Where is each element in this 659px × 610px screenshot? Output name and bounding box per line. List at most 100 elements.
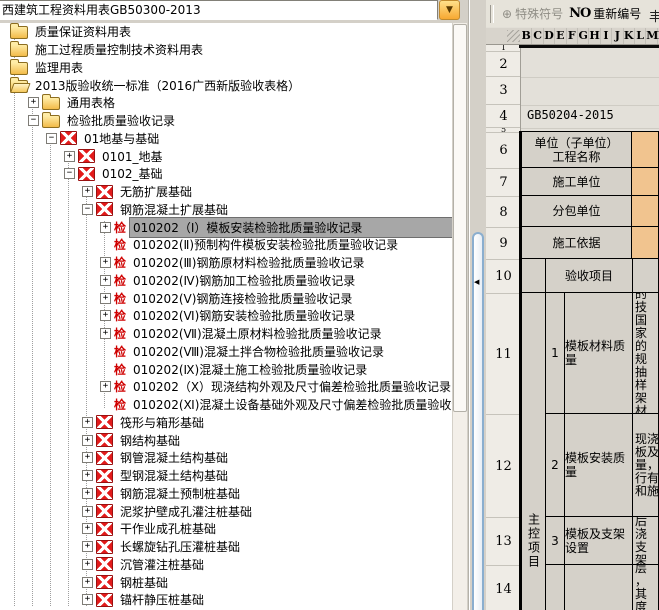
- tree-item[interactable]: + 泥浆护壁成孔灌注桩基础: [0, 502, 452, 520]
- column-header[interactable]: I: [601, 28, 612, 44]
- item-criteria-cell[interactable]: 土层 ，其 度应: [632, 564, 659, 610]
- expand-plus-icon[interactable]: +: [82, 559, 93, 570]
- tree-item[interactable]: +检010202(Ⅶ)混凝土原材料检验批质量验收记录: [0, 325, 452, 343]
- tree-item[interactable]: +钢管混凝土结构基础: [0, 449, 452, 467]
- tree-item[interactable]: +检010202(Ⅲ)钢筋原材料检验批质量验收记录: [0, 254, 452, 272]
- tree-item[interactable]: +通用表格: [0, 94, 452, 112]
- row-number[interactable]: 12: [486, 415, 521, 518]
- item-number-cell[interactable]: 3: [545, 516, 565, 565]
- column-header[interactable]: E: [555, 28, 566, 44]
- tree-item-label[interactable]: 010202(Ⅲ)钢筋原材料检验批质量验收记录: [130, 253, 367, 272]
- tree-item-label[interactable]: 钢桩基础: [117, 573, 171, 592]
- tree-item[interactable]: 检010202(Ⅸ)混凝土施工检验批质量验收记录: [0, 360, 452, 378]
- tree-item[interactable]: +检010202(Ⅵ)钢筋安装检验批质量验收记录: [0, 307, 452, 325]
- combobox-value[interactable]: 西建筑工程资料用表GB50300-2013: [0, 0, 438, 20]
- tree-item[interactable]: − 钢筋混凝土扩展基础: [0, 201, 452, 219]
- tree-vertical-scrollbar[interactable]: [453, 23, 467, 610]
- expand-plus-icon[interactable]: +: [100, 381, 111, 392]
- tree-item[interactable]: +钢筋混凝土预制桩基础: [0, 485, 452, 503]
- expand-plus-icon[interactable]: +: [100, 222, 111, 233]
- row-number[interactable]: 4: [486, 105, 521, 128]
- form-label-cell[interactable]: 施工单位: [521, 167, 632, 196]
- row-number[interactable]: 14: [486, 566, 521, 610]
- form-label-cell[interactable]: 施工依据: [521, 226, 632, 259]
- tree-item-label[interactable]: 010202(Ⅴ)钢筋连接检验批质量验收记录: [130, 289, 355, 308]
- tree-item-label[interactable]: 钢结构基础: [117, 431, 183, 450]
- expand-plus-icon[interactable]: +: [100, 257, 111, 268]
- tree-item-label[interactable]: 锚杆静压桩基础: [117, 590, 207, 609]
- row-number[interactable]: 2: [486, 52, 521, 77]
- tree-item[interactable]: + 钢桩基础: [0, 573, 452, 591]
- row-number[interactable]: 13: [486, 518, 521, 566]
- collapse-minus-icon[interactable]: −: [82, 204, 93, 215]
- combobox-dropdown-button[interactable]: ▼: [439, 0, 460, 20]
- collapse-minus-icon[interactable]: −: [64, 168, 75, 179]
- standard-code-text[interactable]: GB50204-2015: [527, 108, 614, 122]
- expand-plus-icon[interactable]: +: [82, 506, 93, 517]
- expand-plus-icon[interactable]: +: [100, 275, 111, 286]
- column-header[interactable]: C: [532, 28, 543, 44]
- item-name-cell[interactable]: [564, 564, 633, 610]
- special-symbol-button[interactable]: ⊕ 特殊符号: [499, 3, 566, 24]
- item-name-cell[interactable]: 模板及支架设置: [564, 516, 633, 565]
- collapse-minus-icon[interactable]: −: [28, 115, 39, 126]
- tree-item[interactable]: 检010202(Ⅷ)混凝土拌合物检验批质量验收记录: [0, 343, 452, 361]
- tree-item[interactable]: +无筋扩展基础: [0, 183, 452, 201]
- form-input-cell[interactable]: [631, 131, 659, 168]
- expand-plus-icon[interactable]: +: [82, 523, 93, 534]
- template-tree[interactable]: 质量保证资料用表施工过程质量控制技术资料用表监理用表2013版验收统一标准（20…: [0, 23, 452, 610]
- expand-plus-icon[interactable]: +: [100, 293, 111, 304]
- row-number[interactable]: 11: [486, 294, 521, 415]
- tree-item-label[interactable]: 泥浆护壁成孔灌注桩基础: [117, 502, 255, 521]
- tree-item-label[interactable]: 监理用表: [32, 58, 86, 77]
- column-header[interactable]: G: [578, 28, 589, 44]
- tree-item-label[interactable]: 010202(Ⅶ)混凝土原材料检验批质量验收记录: [130, 324, 385, 343]
- expand-plus-icon[interactable]: +: [100, 328, 111, 339]
- item-criteria-cell[interactable]: 模板 的技 国家 的规 抽样 架材 格和: [632, 292, 659, 414]
- expand-plus-icon[interactable]: +: [82, 488, 93, 499]
- item-criteria-cell[interactable]: 现浇 板及 量， 行有 和施: [632, 413, 659, 517]
- clipped-toolbar-button[interactable]: 丰: [649, 6, 659, 25]
- item-number-cell[interactable]: 2: [545, 413, 565, 517]
- select-all-corner[interactable]: [486, 28, 521, 45]
- tree-item-label[interactable]: 010202(Ⅳ)钢筋加工检验批质量验收记录: [130, 271, 358, 290]
- tree-item[interactable]: +筏形与箱形基础: [0, 414, 452, 432]
- column-header[interactable]: L: [635, 28, 646, 44]
- form-input-cell[interactable]: [631, 167, 659, 196]
- expand-plus-icon[interactable]: +: [82, 452, 93, 463]
- tree-item-label[interactable]: 010202(Ⅸ)混凝土施工检验批质量验收记录: [130, 360, 370, 379]
- tree-item[interactable]: + 锚杆静压桩基础: [0, 591, 452, 609]
- tree-item[interactable]: 检010202(Ⅺ)混凝土设备基础外观及尺寸偏差检验批质量验收记: [0, 396, 452, 414]
- tree-item[interactable]: +检010202(Ⅴ)钢筋连接检验批质量验收记录: [0, 289, 452, 307]
- column-header[interactable]: F: [567, 28, 578, 44]
- tree-item[interactable]: + 钢结构基础: [0, 431, 452, 449]
- column-header[interactable]: H: [589, 28, 600, 44]
- tree-item[interactable]: 施工过程质量控制技术资料用表: [0, 41, 452, 59]
- tree-item[interactable]: +检010202（Ⅹ）现浇结构外观及尺寸偏差检验批质量验收记录: [0, 378, 452, 396]
- expand-plus-icon[interactable]: +: [82, 435, 93, 446]
- tree-item-label[interactable]: 0102_基础: [99, 164, 166, 183]
- tree-item-label[interactable]: 长螺旋钻孔压灌桩基础: [117, 537, 243, 556]
- tree-item[interactable]: 2013版验收统一标准（2016广西新版验收表格）: [0, 76, 452, 94]
- template-set-combobox[interactable]: 西建筑工程资料用表GB50300-2013 ▼: [0, 0, 461, 21]
- tree-item-label[interactable]: 010202（Ⅰ）模板安装检验批质量验收记录: [130, 218, 452, 237]
- column-header[interactable]: B: [521, 28, 532, 44]
- tree-item-label[interactable]: 沉管灌注桩基础: [117, 555, 207, 574]
- row-number[interactable]: 8: [486, 197, 521, 228]
- tree-item-label[interactable]: 钢筋混凝土扩展基础: [117, 200, 231, 219]
- form-label-cell[interactable]: 分包单位: [521, 195, 632, 227]
- collapse-minus-icon[interactable]: −: [46, 133, 57, 144]
- expand-plus-icon[interactable]: +: [82, 594, 93, 605]
- expand-plus-icon[interactable]: +: [82, 577, 93, 588]
- tree-item[interactable]: +干作业成孔桩基础: [0, 520, 452, 538]
- row-number[interactable]: 10: [486, 260, 521, 294]
- row-number[interactable]: 1: [486, 45, 521, 52]
- row-number[interactable]: 3: [486, 77, 521, 105]
- row-number-gutter[interactable]: 1234567891011121314: [486, 45, 521, 610]
- master-control-group-cell[interactable]: 主控项目: [521, 292, 546, 610]
- tree-item-label[interactable]: 质量保证资料用表: [32, 23, 134, 41]
- tree-item-label[interactable]: 无筋扩展基础: [117, 182, 195, 201]
- tree-item-label[interactable]: 施工过程质量控制技术资料用表: [32, 40, 206, 59]
- column-header[interactable]: D: [544, 28, 555, 44]
- column-header[interactable]: K: [624, 28, 635, 44]
